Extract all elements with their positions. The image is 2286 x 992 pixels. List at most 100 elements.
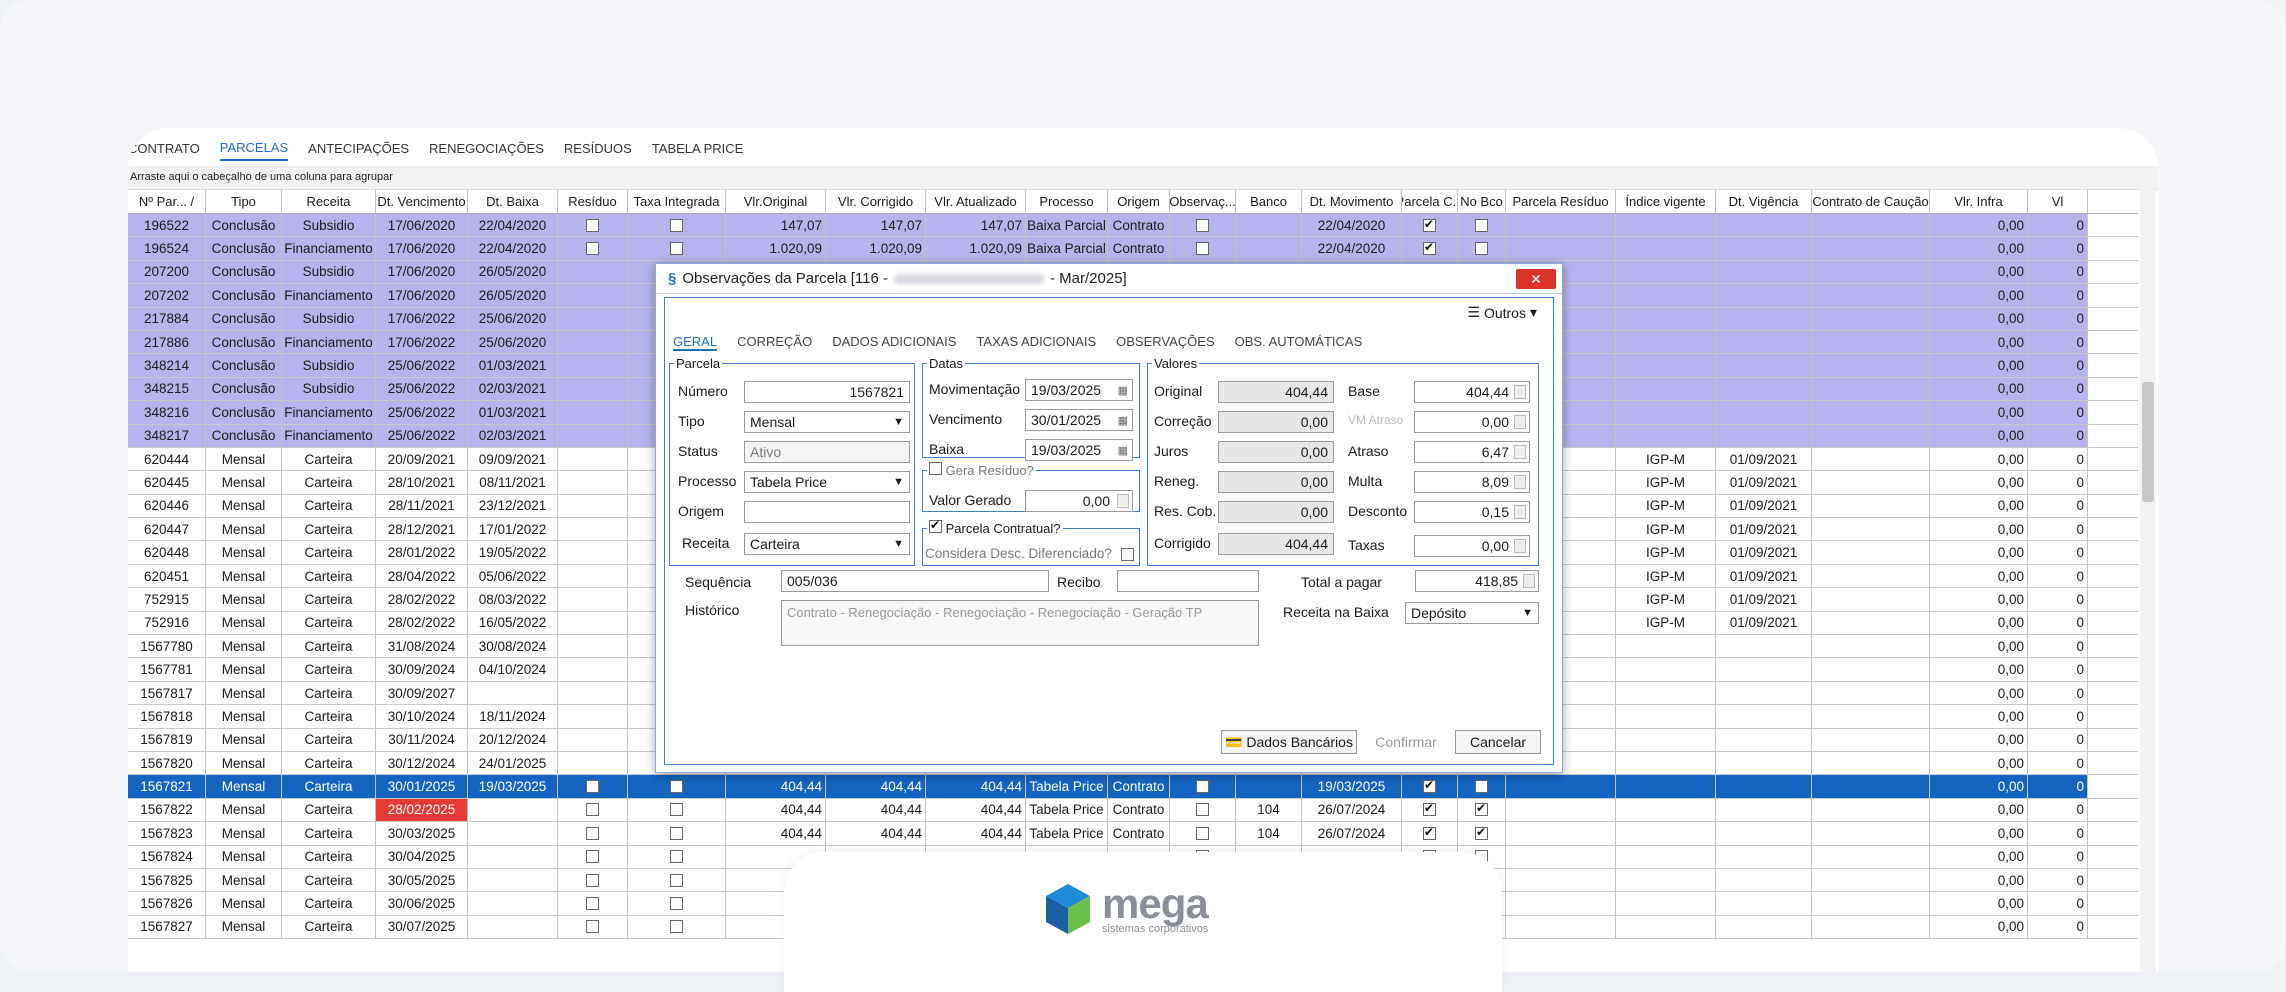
row-checkbox[interactable] [1475, 242, 1488, 256]
cell-venc[interactable]: 30/09/2024 [376, 658, 468, 681]
cell-pc[interactable] [1402, 214, 1458, 237]
cell-infra[interactable]: 0,00 [1930, 751, 2028, 775]
row-checkbox[interactable] [670, 920, 683, 934]
cell-tipo[interactable]: Mensal [206, 588, 282, 611]
processo-select[interactable]: Tabela Price [744, 471, 910, 493]
cell-atu[interactable]: 1.020,09 [926, 237, 1026, 260]
cell-cau[interactable] [1812, 377, 1930, 401]
column-header[interactable]: No Bco [1458, 190, 1506, 213]
cell-pr[interactable] [1506, 798, 1616, 822]
cell-venc[interactable]: 25/06/2022 [376, 401, 468, 424]
row-checkbox[interactable] [1196, 218, 1209, 232]
calculator-icon[interactable] [1514, 539, 1526, 553]
cell-baixa[interactable]: 26/05/2020 [468, 260, 558, 284]
cell-tipo[interactable]: Mensal [206, 915, 282, 939]
cell-cau[interactable] [1812, 401, 1930, 424]
tab-contrato[interactable]: CONTRATO [128, 137, 200, 160]
cell-nb[interactable] [1458, 798, 1506, 822]
dados-bancarios-button[interactable]: 💳 Dados Bancários [1221, 730, 1357, 754]
cell-res[interactable] [558, 611, 628, 635]
cell-vig[interactable]: 01/09/2021 [1716, 447, 1812, 471]
cell-orig[interactable]: 147,07 [726, 214, 826, 237]
cell-obs[interactable] [1170, 214, 1236, 237]
row-checkbox[interactable] [1475, 801, 1488, 817]
cell-cau[interactable] [1812, 518, 1930, 541]
cell-vig[interactable] [1716, 915, 1812, 939]
cell-venc[interactable]: 31/08/2024 [376, 635, 468, 658]
cell-pc[interactable] [1402, 798, 1458, 822]
cell-infra[interactable]: 0,00 [1930, 307, 2028, 330]
cell-ind[interactable] [1616, 214, 1716, 237]
cell-res[interactable] [558, 424, 628, 447]
cell-tipo[interactable]: Mensal [206, 658, 282, 681]
multa-field[interactable]: 8,09 [1414, 471, 1530, 493]
desconto-field[interactable]: 0,15 [1414, 501, 1530, 523]
cell-baixa[interactable] [468, 868, 558, 892]
cell-n[interactable]: 207202 [128, 284, 206, 307]
cell-baixa[interactable]: 05/06/2022 [468, 564, 558, 588]
cell-infra[interactable]: 0,00 [1930, 284, 2028, 307]
calculator-icon[interactable] [1523, 574, 1535, 588]
cell-cau[interactable] [1812, 330, 1930, 354]
cell-n[interactable]: 207200 [128, 260, 206, 284]
cell-pr[interactable] [1506, 892, 1616, 915]
cell-cau[interactable] [1812, 260, 1930, 284]
cell-res[interactable] [558, 260, 628, 284]
cell-venc[interactable]: 25/06/2022 [376, 354, 468, 377]
cell-atu[interactable]: 147,07 [926, 214, 1026, 237]
row-checkbox[interactable] [586, 826, 599, 840]
cell-tax[interactable] [628, 868, 726, 892]
cell-res[interactable] [558, 354, 628, 377]
cell-n[interactable]: 348214 [128, 354, 206, 377]
column-header[interactable]: Nº Par... / [128, 190, 206, 213]
cell-baixa[interactable]: 20/12/2024 [468, 728, 558, 751]
cell-cau[interactable] [1812, 915, 1930, 939]
cell-vig[interactable]: 01/09/2021 [1716, 541, 1812, 564]
cell-ind[interactable] [1616, 635, 1716, 658]
cell-ind[interactable] [1616, 424, 1716, 447]
cell-vig[interactable]: 01/09/2021 [1716, 564, 1812, 588]
cell-res[interactable] [558, 915, 628, 939]
cell-n[interactable]: 1567826 [128, 892, 206, 915]
cell-cau[interactable] [1812, 307, 1930, 330]
cell-ind[interactable] [1616, 822, 1716, 845]
cell-tipo[interactable]: Mensal [206, 541, 282, 564]
cell-vig[interactable] [1716, 822, 1812, 845]
tab-geral[interactable]: GERAL [673, 334, 718, 351]
cell-tax[interactable] [628, 845, 726, 868]
cell-corr[interactable]: 1.020,09 [826, 237, 926, 260]
cell-ind[interactable]: IGP-M [1616, 611, 1716, 635]
row-checkbox[interactable] [670, 873, 683, 887]
cell-infra[interactable]: 0,00 [1930, 611, 2028, 635]
cell-vig[interactable] [1716, 751, 1812, 775]
cell-orig[interactable]: 404,44 [726, 798, 826, 822]
cell-res[interactable] [558, 401, 628, 424]
cell-baixa[interactable] [468, 798, 558, 822]
table-row[interactable]: 1567822 Mensal Carteira 28/02/2025 404,44 404… [128, 798, 2138, 823]
cell-rec[interactable]: Carteira [282, 611, 376, 635]
cell-vl[interactable]: 0 [2028, 377, 2088, 401]
cell-obs[interactable] [1170, 798, 1236, 822]
cell-infra[interactable]: 0,00 [1930, 401, 2028, 424]
cell-atu[interactable]: 404,44 [926, 822, 1026, 845]
cell-infra[interactable]: 0,00 [1930, 518, 2028, 541]
cell-ori[interactable]: Contrato [1108, 775, 1170, 798]
cell-tipo[interactable]: Mensal [206, 635, 282, 658]
row-checkbox[interactable] [586, 920, 599, 934]
cell-res[interactable] [558, 307, 628, 330]
cell-res[interactable] [558, 705, 628, 728]
cell-vl[interactable]: 0 [2028, 728, 2088, 751]
table-row[interactable]: 196524 Conclusão Financiamento 17/06/2020 22… [128, 237, 2138, 261]
cell-rec[interactable]: Financiamento [282, 330, 376, 354]
cell-res[interactable] [558, 588, 628, 611]
row-checkbox[interactable] [1196, 826, 1209, 840]
cell-venc[interactable]: 17/06/2022 [376, 307, 468, 330]
row-checkbox[interactable] [670, 850, 683, 864]
cell-infra[interactable]: 0,00 [1930, 822, 2028, 845]
cell-venc[interactable]: 17/06/2020 [376, 214, 468, 237]
cell-venc[interactable]: 30/12/2024 [376, 751, 468, 775]
row-checkbox[interactable] [586, 218, 599, 232]
cell-venc[interactable]: 28/12/2021 [376, 518, 468, 541]
cell-res[interactable] [558, 377, 628, 401]
cell-baixa[interactable] [468, 681, 558, 705]
